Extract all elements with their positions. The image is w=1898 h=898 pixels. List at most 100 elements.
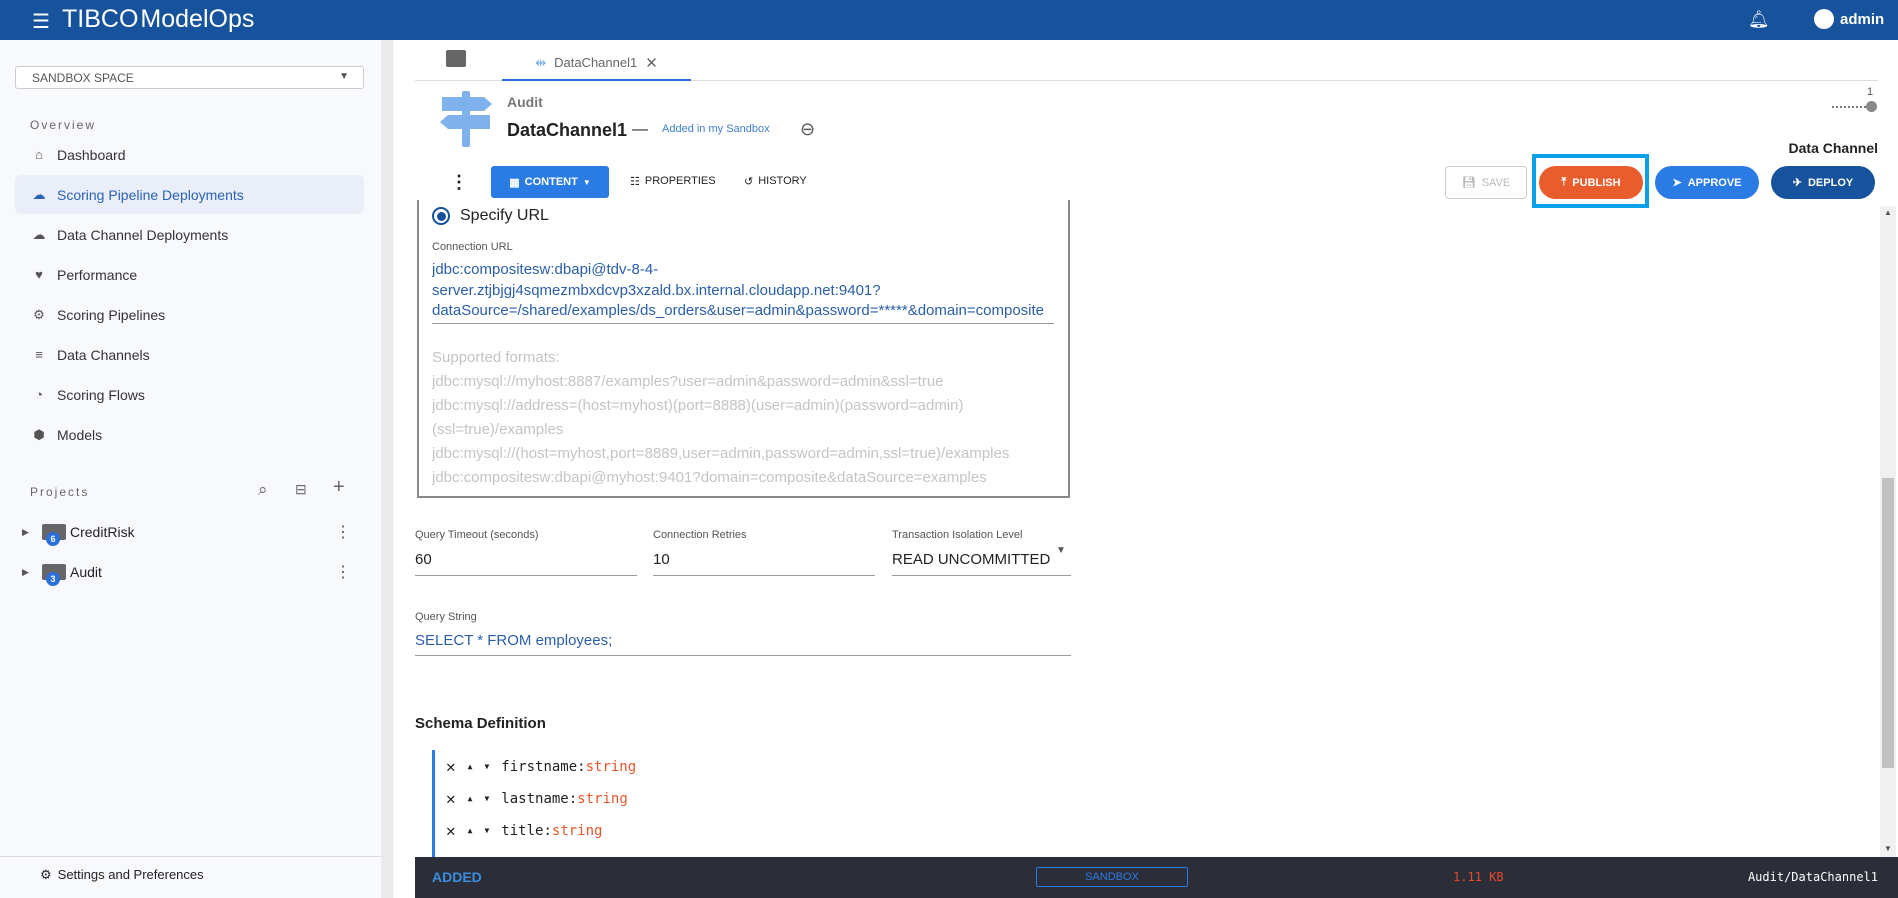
format-hint: jdbc:compositesw:dbapi@myhost:9401?domai… [432,469,987,486]
remove-icon[interactable]: ✕ [446,789,456,808]
state-label: ADDED [432,869,482,885]
overview-label: Overview [30,118,97,132]
projects-label: Projects [30,485,90,499]
field-name[interactable]: lastname [501,791,568,807]
version-number: 1 [1867,86,1874,98]
space-select[interactable]: SANDBOX SPACE ▼ [15,66,364,89]
retries-underline [653,575,875,576]
field-name[interactable]: title [501,823,543,839]
timeout-input[interactable]: 60 [415,551,432,568]
query-input[interactable]: SELECT * FROM employees; [415,632,612,649]
gauge-icon: ◔ [35,387,43,402]
artifact-type: Data Channel [1788,140,1878,156]
isolation-select[interactable]: READ UNCOMMITTED [892,551,1050,568]
deploy-label: DEPLOY [1807,176,1854,189]
tab-project-briefcase-icon[interactable] [446,50,466,67]
settings-link[interactable]: ⚙ Settings and Preferences [40,867,204,883]
scrollbar[interactable]: ▲ ▼ [1880,206,1896,857]
briefcase-icon: 3 [42,564,66,586]
query-underline [415,655,1071,656]
bell-icon[interactable]: 🔔︎ [1748,10,1770,30]
sidebar-item-label: Scoring Pipelines [57,306,166,323]
user-avatar-icon [1814,9,1834,29]
schema-field-row: ✕ ▲ ▼ lastname:string [446,789,628,808]
scrollbar-thumb[interactable] [1882,478,1894,768]
radio-selected-icon [432,207,450,225]
sidebar-item-dashboard[interactable]: ⌂ Dashboard [15,135,364,174]
sidebar-item-scoring-pipeline-deployments[interactable]: ☁ Scoring Pipeline Deployments [15,175,364,214]
save-icon: 💾︎ [1461,177,1476,189]
history-button[interactable]: ↺ HISTORY [744,175,807,188]
briefcase-icon: 6 [42,524,66,546]
user-menu[interactable]: admin [1814,9,1884,29]
sidebar-item-scoring-pipelines[interactable]: ⚙ Scoring Pipelines [15,295,364,334]
sidebar-item-data-channels[interactable]: ≡ Data Channels [15,335,364,374]
move-down-icon[interactable]: ▼ [484,762,489,771]
search-icon[interactable]: ⌕ [258,480,268,500]
field-type[interactable]: string [577,791,628,807]
artifact-name: DataChannel1 [507,120,628,140]
app-logo: TIBCO ModelOps [62,5,254,34]
remove-icon[interactable]: ✕ [446,821,456,840]
sandbox-status-link[interactable]: Added in my Sandbox [662,123,770,135]
field-type[interactable]: string [552,823,603,839]
sidebar-item-models[interactable]: ⬢ Models [15,415,364,454]
move-down-icon[interactable]: ▼ [484,794,489,803]
content-button[interactable]: ▦ CONTENT ▼ [491,166,609,198]
more-actions-icon[interactable]: ⋮ [450,172,468,193]
close-icon[interactable]: ✕ [645,54,658,72]
properties-button[interactable]: ☷ PROPERTIES [630,175,716,188]
retries-input[interactable]: 10 [653,551,670,568]
project-name: CreditRisk [70,524,135,540]
artifact-path: Audit/DataChannel1 [1747,870,1878,884]
publish-button[interactable]: ⤒ PUBLISH [1539,166,1643,199]
artifact-project: Audit [507,94,543,110]
send-icon: ➤ [1672,177,1682,189]
version-dot[interactable] [1866,101,1877,112]
sidebar-resize-handle[interactable] [381,40,393,898]
menu-icon[interactable]: ☰ [32,9,50,34]
scroll-up-icon[interactable]: ▲ [1884,208,1892,217]
field-name[interactable]: firstname [501,759,577,775]
save-button[interactable]: 💾︎ SAVE [1445,166,1527,199]
more-icon[interactable]: ⋮ [335,522,351,542]
sidebar-item-data-channel-deployments[interactable]: ☁ Data Channel Deployments [15,215,364,254]
status-bar: ADDED SANDBOX 1.11 KB Audit/DataChannel1 [415,857,1898,898]
move-up-icon[interactable]: ▲ [468,826,473,835]
sidebar-item-performance[interactable]: ♥ Performance [15,255,364,294]
chevron-down-icon[interactable]: ▼ [1056,545,1066,556]
product-text: ModelOps [140,5,255,33]
version-timeline [1832,106,1870,108]
move-down-icon[interactable]: ▼ [484,826,489,835]
connection-url-input[interactable]: jdbc:compositesw:dbapi@tdv-8-4- server.z… [432,260,1054,322]
url-line: jdbc:compositesw:dbapi@tdv-8-4- [432,261,659,278]
approve-button[interactable]: ➤ APPROVE [1655,166,1759,199]
sidebar-item-scoring-flows[interactable]: ◔ Scoring Flows [15,375,364,414]
project-audit[interactable]: ▶ 3 Audit ⋮ [22,557,362,587]
expand-icon[interactable]: ▶ [22,567,42,578]
add-project-icon[interactable]: + [333,476,345,499]
move-up-icon[interactable]: ▲ [468,794,473,803]
tab-datachannel1[interactable]: ⇹ DataChannel1 ✕ [502,46,691,81]
expand-icon[interactable]: ▶ [22,527,42,538]
field-type[interactable]: string [586,759,637,775]
publish-icon: ⤒ [1561,176,1567,188]
link-icon[interactable]: ⊖ [800,119,815,140]
gear-icon: ⚙ [40,867,52,882]
project-creditrisk[interactable]: ▶ 6 CreditRisk ⋮ [22,517,362,547]
top-bar: ☰ TIBCO ModelOps 🔔︎ admin [0,0,1898,40]
cube-icon: ⬢ [33,426,45,442]
query-label: Query String [415,611,477,623]
project-briefcase-icon[interactable]: ⊟ [295,481,307,498]
url-line: dataSource=/shared/examples/ds_orders&us… [432,302,1045,319]
more-icon[interactable]: ⋮ [335,562,351,582]
sidebar-item-label: Dashboard [57,146,126,163]
history-label: HISTORY [758,175,807,187]
scroll-down-icon[interactable]: ▼ [1884,844,1892,853]
specify-url-radio[interactable]: Specify URL [432,207,549,225]
remove-icon[interactable]: ✕ [446,757,456,776]
chevron-down-icon: ▼ [582,177,591,187]
deploy-button[interactable]: ✈ DEPLOY [1771,166,1875,199]
database-icon: ≡ [35,347,43,362]
move-up-icon[interactable]: ▲ [468,762,473,771]
